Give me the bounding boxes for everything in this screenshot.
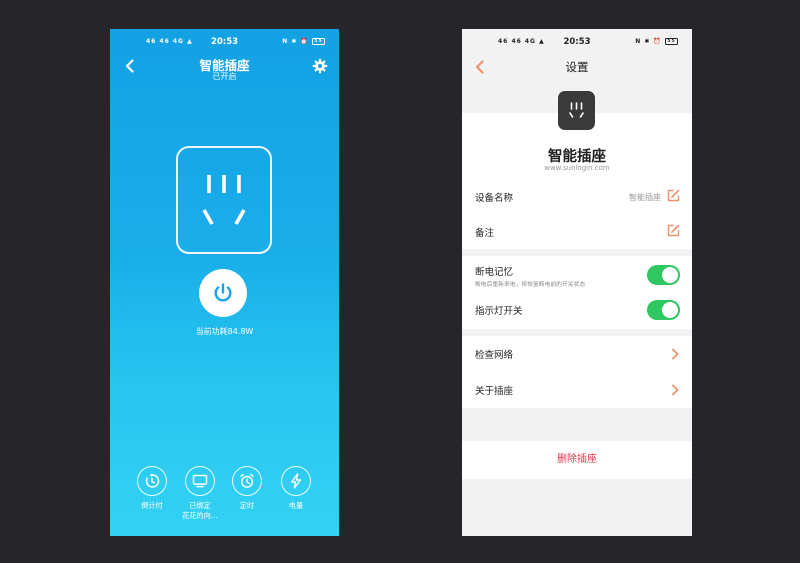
socket-illustration	[176, 146, 272, 254]
action-label: 电量	[288, 501, 304, 510]
battery-icon: 55	[312, 38, 325, 45]
gear-icon	[312, 58, 328, 74]
lightning-icon	[290, 473, 302, 489]
row-label: 设备名称	[475, 193, 514, 204]
device-website: www.sunlogin.com	[544, 164, 610, 172]
page-title: 设置	[565, 60, 589, 74]
row-label: 备注	[475, 228, 495, 239]
device-name-row[interactable]: 设备名称 智能插座	[462, 178, 692, 214]
status-right-icons: N ✱ ⏰ 55	[282, 38, 325, 45]
status-time: 20:53	[210, 37, 239, 47]
more-group: 检查网络 关于插座	[462, 336, 692, 408]
status-time: 20:53	[563, 37, 591, 47]
smart-socket-control-screen: 46 46 4G ▲ 20:53 N ✱ ⏰ 55 智能插座 已开启 当前功耗8…	[110, 29, 339, 536]
status-right-icons: N ✱ ⏰ 55	[635, 38, 678, 45]
row-label: 指示灯开关	[475, 306, 523, 317]
device-name-value: 智能插座	[629, 193, 661, 202]
power-icon	[214, 283, 232, 302]
battery-icon: 55	[665, 38, 678, 45]
device-name: 智能插座	[548, 149, 606, 165]
row-label: 断电记忆	[475, 267, 514, 278]
socket-holes-icon	[202, 175, 246, 225]
power-toggle-button[interactable]	[199, 269, 247, 317]
action-circle	[185, 466, 215, 496]
toggle-knob	[662, 302, 678, 318]
power-memory-row: 断电记忆 断电后重新来电，将恢复断电前的开关状态	[462, 256, 692, 294]
timer-button[interactable]: 定时	[219, 466, 275, 511]
settings-button[interactable]	[312, 58, 328, 74]
countdown-icon	[145, 473, 160, 488]
row-label: 关于插座	[475, 386, 514, 397]
row-description: 断电后重新来电，将恢复断电前的开关状态	[475, 282, 586, 288]
device-status: 已开启	[212, 72, 237, 81]
edit-icon[interactable]	[667, 224, 680, 237]
action-circle	[281, 466, 311, 496]
delete-socket-button[interactable]: 删除插座	[462, 441, 692, 479]
check-network-row[interactable]: 检查网络	[462, 336, 692, 372]
status-icons: N ✱ ⏰	[635, 38, 662, 45]
power-consumption: 当前功耗84.8W	[195, 327, 254, 336]
socket-device-icon	[558, 91, 595, 130]
status-bar: 46 46 4G ▲ 20:53 N ✱ ⏰ 55	[462, 37, 692, 49]
switch-group: 断电记忆 断电后重新来电，将恢复断电前的开关状态 指示灯开关	[462, 256, 692, 329]
socket-settings-screen: 46 46 4G ▲ 20:53 N ✱ ⏰ 55 设置 智能插座 www.su…	[462, 29, 692, 536]
action-label-line2: 花花的向…	[182, 511, 218, 520]
action-label: 定时	[239, 501, 255, 510]
remark-row[interactable]: 备注	[462, 214, 692, 249]
info-group: 设备名称 智能插座 备注	[462, 178, 692, 249]
toggle-knob	[662, 267, 678, 283]
power-memory-toggle[interactable]	[647, 265, 680, 285]
tv-icon	[192, 474, 208, 488]
chevron-right-icon	[672, 384, 679, 396]
edit-icon[interactable]	[667, 189, 680, 202]
energy-button[interactable]: 电量	[268, 466, 324, 511]
indicator-light-row: 指示灯开关	[462, 294, 692, 329]
status-bar: 46 46 4G ▲ 20:53 N ✱ ⏰ 55	[110, 37, 339, 49]
action-circle	[232, 466, 262, 496]
about-row[interactable]: 关于插座	[462, 372, 692, 408]
signal-icons: 46 46 4G ▲	[146, 38, 193, 45]
row-label: 检查网络	[475, 350, 514, 361]
alarm-clock-icon	[240, 473, 254, 488]
status-icons: N ✱ ⏰	[282, 38, 309, 45]
chevron-right-icon	[672, 348, 679, 360]
action-circle	[137, 466, 167, 496]
indicator-light-toggle[interactable]	[647, 300, 680, 320]
signal-icons: 46 46 4G ▲	[498, 38, 545, 45]
